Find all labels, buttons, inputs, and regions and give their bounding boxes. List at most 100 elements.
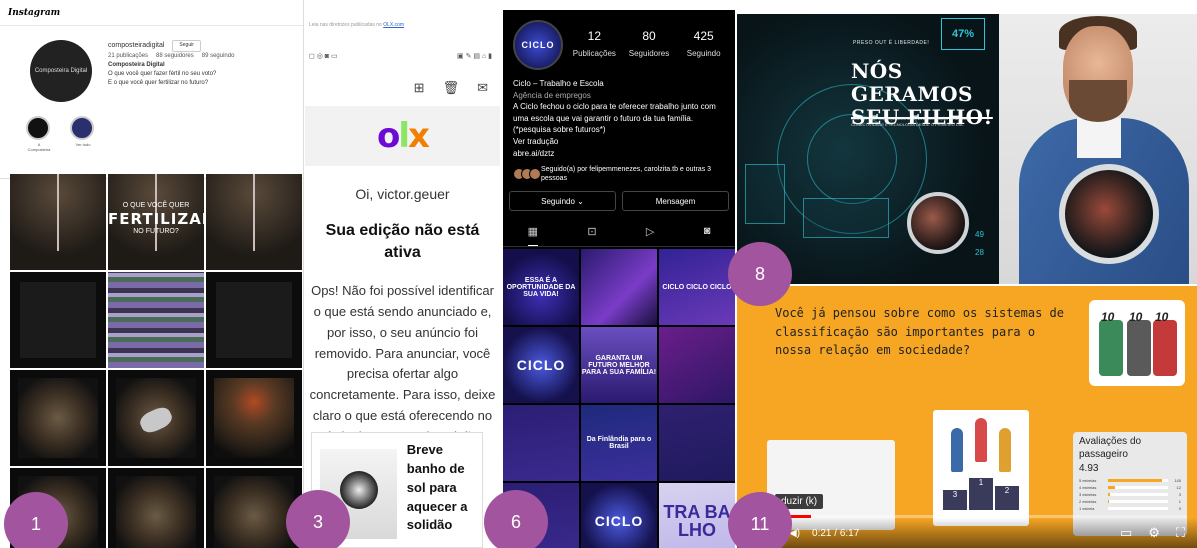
- post-tile[interactable]: TRA BA LHO: [659, 483, 735, 548]
- post-tile[interactable]: [206, 174, 302, 270]
- post-tile[interactable]: [503, 405, 579, 482]
- see-translation-link[interactable]: Ver tradução: [513, 136, 725, 148]
- profile-info: composteiradigital Seguir 21 publicações…: [108, 40, 234, 102]
- add-icon[interactable]: ⊞: [414, 80, 425, 96]
- avatar[interactable]: Composteira Digital: [30, 40, 92, 102]
- rating-bar-fill: [1108, 486, 1116, 489]
- post-tile[interactable]: [10, 272, 106, 368]
- mutual-followers[interactable]: Seguido(a) por felipemmenezes, carolzita…: [503, 159, 735, 183]
- followers-count[interactable]: 88 seguidores: [156, 52, 194, 61]
- time-readout: 0:21 / 6:17: [812, 527, 860, 539]
- rating-label: 4 estrelas: [1079, 485, 1097, 490]
- hud-panel: [803, 198, 889, 238]
- olx-logo[interactable]: olx: [377, 116, 430, 156]
- video-controls: ◀) 0:21 / 6:17 ▭ ⚙ ⛶: [737, 518, 1197, 548]
- logo-band: olx: [305, 106, 500, 166]
- highlight[interactable]: A Composteira: [26, 116, 52, 152]
- bio-link[interactable]: abre.ai/dztz: [513, 148, 725, 160]
- stat-label: Seguidores: [628, 49, 670, 58]
- followers-stat[interactable]: 80 Seguidores: [626, 29, 673, 61]
- post-tile[interactable]: O QUE VOCÊ QUER FERTILIZAR NO FUTURO?: [108, 174, 204, 270]
- highlight[interactable]: Ver tudo: [70, 116, 96, 152]
- avatar-label: Composteira Digital: [34, 68, 88, 74]
- fullscreen-icon[interactable]: ⛶: [1176, 525, 1185, 541]
- mutual-text: Seguido(a) por felipemmenezes, carolzita…: [541, 166, 712, 183]
- rating-row: 3 estrelas 3: [1079, 491, 1181, 498]
- stat-label: Seguindo: [686, 49, 721, 58]
- post-caption-sub: NO FUTURO?: [133, 228, 179, 236]
- instagram-topbar: Instagram: [0, 0, 303, 26]
- video-play-icon[interactable]: ▷: [646, 225, 654, 246]
- post-tile[interactable]: [10, 370, 106, 466]
- story-highlights: A Composteira Ver tudo: [0, 108, 303, 152]
- post-tile[interactable]: [108, 272, 204, 368]
- hud-panel: [745, 164, 785, 224]
- following-button[interactable]: Seguindo ⌄: [509, 191, 616, 212]
- rating-bar-fill: [1108, 479, 1162, 482]
- stat-label: Publicações: [572, 49, 616, 58]
- headline-line: NÓS GERAMOS: [851, 59, 973, 106]
- video-hero-panel: PRESO OUT É LIBERDADE! 47% NÓS GERAMOS S…: [737, 14, 1197, 284]
- rating-label: 5 estrelas: [1079, 478, 1097, 483]
- toolbar-icons[interactable]: ▣ ✎ ▤ ⌂ ▮: [457, 52, 492, 60]
- rating-bar: [1108, 493, 1168, 496]
- video-lesson-panel: Você já pensou sobre como os sistemas de…: [737, 286, 1197, 548]
- rating-row: 1 estrela 0: [1079, 505, 1181, 512]
- mutual-avatars: [513, 168, 541, 181]
- post-tile[interactable]: [10, 174, 106, 270]
- post-tile[interactable]: [206, 272, 302, 368]
- post-tile[interactable]: GARANTA UM FUTURO MELHOR PARA A SUA FAMÍ…: [581, 327, 657, 404]
- post-tile[interactable]: Da Finlândia para o Brasil: [581, 405, 657, 482]
- figure-number-badge: 3: [286, 490, 350, 548]
- gear-icon[interactable]: ⚙: [1148, 525, 1160, 541]
- smiling-man-photo: [999, 14, 1197, 284]
- mail-icon[interactable]: ✉: [477, 80, 488, 96]
- rating-bar-fill: [1108, 500, 1110, 503]
- rating-label: 1 estrela: [1079, 506, 1095, 511]
- notice-title: Sua edição não está ativa: [325, 222, 480, 261]
- rating-label: 2 estrelas: [1079, 499, 1097, 504]
- gauge-value: 28: [975, 248, 984, 257]
- rating-bar: [1108, 507, 1168, 510]
- post-tile[interactable]: [659, 405, 735, 482]
- info-link[interactable]: OLX.com: [383, 22, 404, 28]
- ciclo-profile-panel: CICLO 12 Publicações 80 Seguidores 425 Segu…: [503, 10, 735, 548]
- incubator-globe: [1059, 164, 1159, 264]
- display-name: Composteira Digital: [108, 61, 165, 68]
- rating-row: 2 estrelas 1: [1079, 498, 1181, 505]
- profile-stats: 21 publicações 88 seguidores 89 seguindo: [108, 52, 234, 61]
- profile-bio: Ciclo – Trabalho e Escola Agência de emp…: [503, 70, 735, 159]
- percent-readout: 47%: [941, 18, 985, 50]
- post-tile[interactable]: CICLO: [581, 483, 657, 548]
- post-tile[interactable]: [206, 370, 302, 466]
- post-tile[interactable]: ESSA É A OPORTUNIDADE DA SUA VIDA!: [503, 249, 579, 326]
- social-icons[interactable]: ◻ ◎ ◙ ▭: [309, 52, 338, 60]
- grid-icon[interactable]: ▦: [527, 225, 539, 247]
- notice-body: Ops! Não foi possível identificar o que …: [309, 283, 496, 444]
- following-count[interactable]: 89 seguindo: [202, 52, 235, 61]
- posts-stat[interactable]: 12 Publicações: [571, 29, 618, 61]
- tagged-icon[interactable]: ◙: [704, 225, 711, 246]
- profile-header: Composteira Digital composteiradigital S…: [0, 26, 303, 108]
- post-caption-top: O QUE VOCÊ QUER: [122, 202, 190, 209]
- follow-button[interactable]: Seguir: [172, 40, 201, 52]
- post-tile[interactable]: CICLO CICLO CICLO: [659, 249, 735, 326]
- highlight-cover: [70, 116, 94, 140]
- avatar[interactable]: CICLO: [513, 20, 563, 70]
- subtitles-icon[interactable]: ▭: [1120, 525, 1132, 541]
- trash-icon[interactable]: 🗑: [443, 80, 460, 96]
- message-button[interactable]: Mensagem: [622, 191, 729, 212]
- post-tile[interactable]: [659, 327, 735, 404]
- post-tile[interactable]: [108, 370, 204, 466]
- posts-count[interactable]: 21 publicações: [108, 52, 148, 61]
- ad-title: Breve banho de sol para aquecer a solidã…: [406, 442, 468, 533]
- post-tile[interactable]: [581, 249, 657, 326]
- following-stat[interactable]: 425 Seguindo: [680, 29, 727, 61]
- post-tile[interactable]: [206, 468, 302, 548]
- post-tile[interactable]: [108, 468, 204, 548]
- incubator-pod: [907, 192, 969, 254]
- instagram-logo[interactable]: Instagram: [8, 8, 60, 18]
- reels-icon[interactable]: ⊡: [587, 225, 596, 246]
- post-tile[interactable]: CICLO: [503, 327, 579, 404]
- stat-value: 425: [693, 29, 714, 43]
